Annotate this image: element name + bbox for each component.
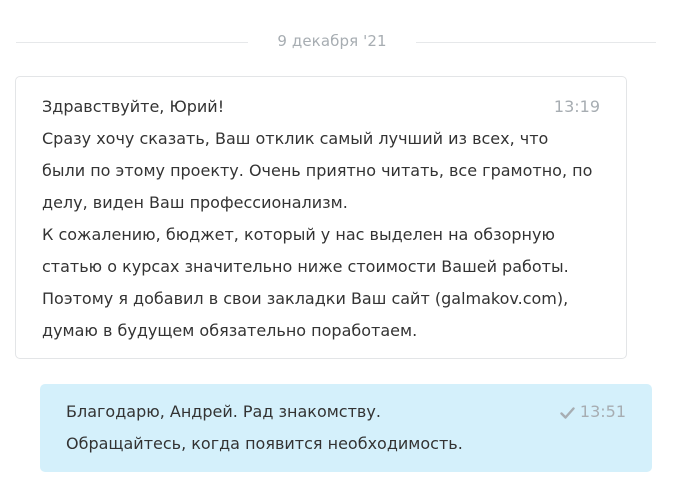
check-icon <box>560 398 575 430</box>
message-text-line: Поэтому я добавил в свои закладки Ваш са… <box>42 289 569 308</box>
date-separator: 9 декабря '21 <box>16 28 656 56</box>
message-time-block: 13:51 <box>560 396 626 430</box>
outgoing-message: 13:51 Благодарю, Андрей. Рад знакомству.… <box>40 384 652 472</box>
message-text-line: статью о курсах значительно ниже стоимос… <box>42 257 569 276</box>
message-text-line: К сожалению, бюджет, который у нас выдел… <box>42 225 555 244</box>
message-time: 13:19 <box>553 97 600 116</box>
message-text-line: Здравствуйте, Юрий! <box>42 97 225 116</box>
message-time: 13:51 <box>579 402 626 421</box>
date-label: 9 декабря '21 <box>277 32 387 50</box>
message-text-line: Благодарю, Андрей. Рад знакомству. <box>66 402 381 421</box>
message-text-line: Обращайтесь, когда появится необходимост… <box>66 434 463 453</box>
message-text-line: Сразу хочу сказать, Ваш отклик самый луч… <box>42 129 549 148</box>
message-text-line: делу, виден Ваш профессионализм. <box>42 193 348 212</box>
separator-line-right <box>416 42 656 43</box>
message-text-line: думаю в будущем обязательно поработаем. <box>42 321 418 340</box>
message-text-line: были по этому проекту. Очень приятно чит… <box>42 161 593 180</box>
separator-line-left <box>16 42 248 43</box>
incoming-message: 13:19 Здравствуйте, Юрий! Сразу хочу ска… <box>15 76 627 359</box>
